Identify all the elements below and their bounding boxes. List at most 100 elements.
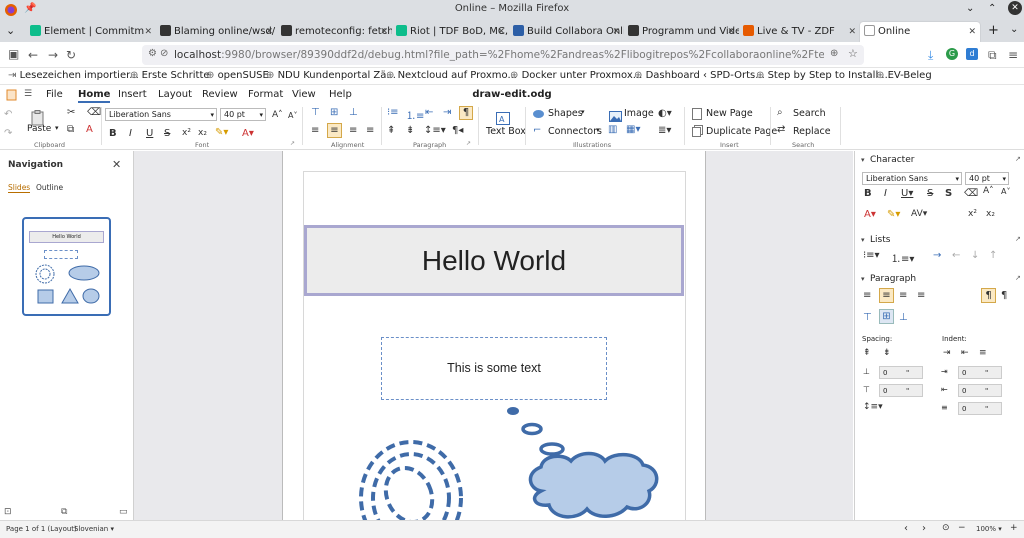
tab-item[interactable]: Live & TV - ZDF ✕ xyxy=(739,22,860,42)
sidebar-align-left-icon[interactable]: ≡ xyxy=(863,290,871,301)
indent-increase-icon[interactable]: ⇥ xyxy=(943,348,951,358)
grow-font-icon[interactable]: A˄ xyxy=(272,110,283,120)
paragraph-direction-icon[interactable]: ¶◂ xyxy=(452,125,463,136)
next-page-icon[interactable]: › xyxy=(922,523,926,534)
justify-icon[interactable]: ≡ xyxy=(366,125,374,136)
first-line-indent-input[interactable]: 0 " xyxy=(958,402,1002,415)
collapse-icon[interactable]: ▾ xyxy=(861,156,865,164)
align-bottom-icon[interactable]: ⊥ xyxy=(349,107,358,118)
shapes-button[interactable]: Shapes xyxy=(548,108,583,119)
below-spacing-input[interactable]: 0 " xyxy=(879,384,923,397)
extension-green-icon[interactable]: G xyxy=(946,48,958,60)
sidebar-bold-icon[interactable]: B xyxy=(864,188,872,199)
duplicate-page-icon[interactable] xyxy=(692,125,703,137)
extension-d-icon[interactable]: d xyxy=(966,48,978,60)
duplicate-page-button[interactable]: Duplicate Page xyxy=(706,126,777,137)
tab-item[interactable]: Riot | TDF BoD, MC, ✕ xyxy=(392,22,509,42)
textbox-button[interactable]: Text Box xyxy=(486,126,526,137)
sidebar-promote-icon[interactable]: ← xyxy=(952,250,960,261)
align-top-icon[interactable]: ⊤ xyxy=(311,107,320,118)
collapse-icon[interactable]: ▾ xyxy=(861,275,865,283)
clone-formatting-icon[interactable]: ⌫ xyxy=(87,107,101,118)
paragraph-dialog-icon[interactable]: ↗ xyxy=(1015,274,1021,282)
download-icon[interactable]: ⤓ xyxy=(928,48,933,63)
indent-decrease-icon[interactable]: ⇤ xyxy=(961,348,969,358)
tab-close-icon[interactable]: ✕ xyxy=(265,22,273,42)
tab-close-icon[interactable]: ✕ xyxy=(968,22,976,42)
document-canvas[interactable]: Hello World This is some text xyxy=(134,151,853,520)
zoom-reset-icon[interactable]: ⊙ xyxy=(942,523,950,533)
tab-item[interactable]: Programm und Vide ✕ xyxy=(624,22,739,42)
subscript-icon[interactable]: x₂ xyxy=(198,128,207,138)
tab-item[interactable]: Blaming online/wsd/✕ xyxy=(156,22,277,42)
previous-page-icon[interactable]: ‹ xyxy=(904,523,908,534)
sidebar-align-bottom-icon[interactable]: ⊥ xyxy=(899,312,908,323)
spacing-above-icon[interactable]: ⇞ xyxy=(387,125,395,136)
character-dialog-icon[interactable]: ↗ xyxy=(1015,155,1021,163)
shapes-icon[interactable] xyxy=(533,110,544,118)
bookmark-item[interactable]: ⊕ Dashboard ‹ SPD-Orts... xyxy=(634,70,765,81)
tab-outline[interactable]: Outline xyxy=(36,183,63,192)
clear-formatting-icon[interactable]: A xyxy=(86,124,93,135)
reload-icon[interactable]: ↻ xyxy=(66,48,76,62)
site-info-icon[interactable]: ⚙ xyxy=(148,48,157,59)
strikethrough-icon[interactable]: S xyxy=(164,128,170,139)
sidebar-highlight-icon[interactable]: ✎▾ xyxy=(887,209,900,220)
formatting-marks-icon[interactable]: ¶ xyxy=(459,106,473,120)
tab-slides[interactable]: Slides xyxy=(8,183,31,193)
line-spacing-icon[interactable]: ↕≡▾ xyxy=(424,125,446,136)
sidebar-shrink-font-icon[interactable]: A˅ xyxy=(1001,187,1010,196)
align-center-icon[interactable]: ≡ xyxy=(327,123,342,138)
bookmark-star-icon[interactable]: ☆ xyxy=(848,47,858,60)
connectors-icon[interactable]: ⌐ xyxy=(533,125,541,136)
zoom-select[interactable]: 100% ▾ xyxy=(976,525,1002,533)
sidebar-clear-format-icon[interactable]: ⌫ xyxy=(964,188,978,199)
cut-icon[interactable]: ✂ xyxy=(67,107,75,118)
textbox-icon[interactable]: A xyxy=(496,112,510,125)
sidebar-justify-icon[interactable]: ≡ xyxy=(917,290,925,301)
after-indent-input[interactable]: 0 " xyxy=(958,384,1002,397)
shapes-drawing[interactable] xyxy=(353,395,683,520)
redo-icon[interactable]: ↷ xyxy=(4,128,12,139)
table-icon[interactable]: ▦▾ xyxy=(626,124,640,135)
app-menu-icon[interactable]: ≡ xyxy=(1008,48,1018,62)
line-spacing-icon[interactable]: ↕≡▾ xyxy=(863,402,883,412)
tab-close-icon[interactable]: ✕ xyxy=(727,22,735,42)
sidebar-align-middle-icon[interactable]: ⊞ xyxy=(879,309,894,324)
tab-close-icon[interactable]: ✕ xyxy=(497,22,505,42)
font-size-select[interactable]: 40 pt ▾ xyxy=(220,108,266,121)
sidebar-font-color-icon[interactable]: A▾ xyxy=(864,209,876,220)
align-left-icon[interactable]: ≡ xyxy=(311,125,319,136)
paste-button[interactable]: Paste xyxy=(27,124,51,134)
superscript-icon[interactable]: x² xyxy=(182,128,191,138)
extensions-puzzle-icon[interactable]: ⧉ xyxy=(988,48,997,63)
forward-icon[interactable]: → xyxy=(48,48,58,62)
tab-close-icon[interactable]: ✕ xyxy=(612,22,620,42)
slide-thumbnail[interactable]: Hello World xyxy=(22,217,111,316)
delete-slide-icon[interactable]: ▭ xyxy=(119,507,128,517)
sidebar-italic-icon[interactable]: I xyxy=(884,188,887,199)
italic-icon[interactable]: I xyxy=(129,128,132,139)
minimize-icon[interactable]: ⌄ xyxy=(966,3,974,14)
replace-icon[interactable]: ⇄ xyxy=(777,124,785,135)
highlight-icon[interactable]: ✎▾ xyxy=(215,127,228,138)
tab-item[interactable]: Build Collabora Onli ✕ xyxy=(509,22,624,42)
chevron-down-icon[interactable]: ▾ xyxy=(581,108,585,116)
sidebar-numbered-list-icon[interactable]: ⒈≡▾ xyxy=(891,250,914,265)
bookmark-item[interactable]: ⊕ EV-Beleg xyxy=(876,70,932,81)
paste-dropdown-icon[interactable]: ▾ xyxy=(55,124,59,132)
hanging-indent-icon[interactable]: ≡ xyxy=(979,348,987,358)
spacing-increase-icon[interactable]: ⇞ xyxy=(863,348,871,358)
align-middle-icon[interactable]: ⊞ xyxy=(330,107,338,118)
tab-overflow-icon[interactable]: ⌄ xyxy=(1010,24,1018,35)
sidebar-strikethrough-icon[interactable]: S xyxy=(927,188,933,199)
sidebar-align-center-icon[interactable]: ≡ xyxy=(879,288,894,303)
sidebar-shadow-icon[interactable]: S xyxy=(945,188,952,199)
sidebar-grow-font-icon[interactable]: A˄ xyxy=(983,186,994,196)
lists-dialog-icon[interactable]: ↗ xyxy=(1015,235,1021,243)
slide-title[interactable]: Hello World xyxy=(304,225,684,296)
paragraph-dialog-icon[interactable]: ↗ xyxy=(466,140,471,147)
undo-icon[interactable]: ↶ xyxy=(4,109,12,120)
tab-close-icon[interactable]: ✕ xyxy=(144,22,152,42)
close-icon[interactable]: ✕ xyxy=(112,158,121,171)
